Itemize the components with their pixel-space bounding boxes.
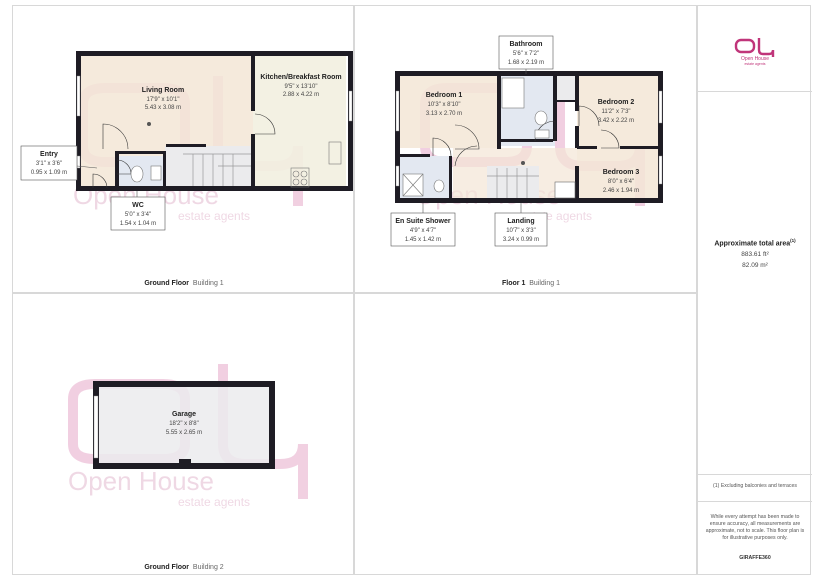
bedroom1-metric: 3.13 x 2.70 m xyxy=(426,111,462,117)
bedroom1-name: Bedroom 1 xyxy=(426,92,463,99)
bathroom-metric: 1.68 x 2.19 m xyxy=(508,60,544,66)
living-room-metric: 5.43 x 3.08 m xyxy=(145,105,181,111)
logo-divider xyxy=(698,91,812,92)
panel-empty xyxy=(354,293,697,575)
bedroom3-metric: 2.46 x 1.94 m xyxy=(603,188,639,194)
wc-imperial: 5'0" x 3'4" xyxy=(125,212,151,218)
footnote: (1) Excluding balconies and terraces xyxy=(713,483,797,489)
ground-floor-2-plan: Open House estate agents Garage 18'2" x … xyxy=(68,364,308,509)
garage-imperial: 18'2" x 8'8" xyxy=(169,421,199,427)
ensuite-imperial: 4'9" x 4'7" xyxy=(410,228,436,234)
bedroom2-imperial: 11'2" x 7'3" xyxy=(601,109,630,115)
disclaimer: While every attempt has been made to ens… xyxy=(705,514,805,541)
kitchen-name: Kitchen/Breakfast Room xyxy=(260,74,341,81)
stairs-floor xyxy=(487,166,539,200)
floor-1-caption: Floor 1 Building 1 xyxy=(502,280,560,287)
disclaimer-divider xyxy=(698,501,812,502)
garage-door-mark xyxy=(179,459,191,463)
ground-floor-1-caption: Ground Floor Building 1 xyxy=(144,280,223,287)
kitchen-imperial: 9'5" x 13'10" xyxy=(285,84,318,90)
ensuite-metric: 1.45 x 1.42 m xyxy=(405,237,441,243)
floor-1-plan: Open House estate agents xyxy=(390,35,663,247)
caption-building: Building 1 xyxy=(192,280,224,287)
total-area-sqm: 82.09 m² xyxy=(742,262,768,269)
watermark-tagline-text: estate agents xyxy=(178,209,250,223)
bathroom-imperial: 5'6" x 7'2" xyxy=(513,51,539,57)
entry-metric: 0.95 x 1.09 m xyxy=(31,170,67,176)
bedroom2-metric: 3.42 x 2.22 m xyxy=(598,118,634,124)
caption-building: Building 1 xyxy=(529,280,560,287)
open-house-logo-icon xyxy=(734,38,775,57)
garage-name: Garage xyxy=(172,411,196,418)
caption-floor: Ground Floor xyxy=(144,280,190,287)
hall-floor xyxy=(79,156,117,188)
bedroom1-imperial: 10'3" x 8'10" xyxy=(428,102,461,108)
ensuite-name: En Suite Shower xyxy=(395,218,451,225)
living-room-name: Living Room xyxy=(142,87,184,94)
ground-floor-2-caption: Ground Floor Building 2 xyxy=(144,564,223,571)
caption-building: Building 2 xyxy=(192,564,224,571)
landing-name: Landing xyxy=(507,218,534,225)
total-area-title: Approximate total area xyxy=(714,240,791,248)
cupboard-floor xyxy=(555,76,577,100)
total-area-sqft: 883.61 ft² xyxy=(741,251,769,258)
kitchen-metric: 2.88 x 4.22 m xyxy=(283,92,319,98)
garage-door xyxy=(93,395,99,459)
bedroom2-name: Bedroom 2 xyxy=(598,99,635,106)
light-point xyxy=(147,122,151,126)
logo-subtext: estate agents xyxy=(744,62,766,66)
bedroom3-name: Bedroom 3 xyxy=(603,169,640,176)
logo: Open House estate agents xyxy=(733,36,777,66)
wc-metric: 1.54 x 1.04 m xyxy=(120,221,156,227)
caption-floor: Ground Floor xyxy=(144,564,190,571)
garage-metric: 5.55 x 2.65 m xyxy=(166,430,202,436)
total-area-marker: (1) xyxy=(790,238,796,243)
entry-imperial: 3'1" x 3'6" xyxy=(36,161,62,167)
stairs-floor xyxy=(165,146,253,188)
info-sidebar: Open House estate agents Approximate tot… xyxy=(697,5,812,575)
panel-floor-1: Open House estate agents xyxy=(354,5,697,293)
watermark-tagline-text: estate agents xyxy=(178,495,250,509)
cupboard-box xyxy=(554,181,576,199)
bedroom3-imperial: 8'0" x 6'4" xyxy=(608,179,634,185)
landing-imperial: 10'7" x 3'3" xyxy=(506,228,536,234)
bathroom-name: Bathroom xyxy=(509,41,542,48)
total-area-title-row: Approximate total area(1) xyxy=(698,238,812,247)
floor-plan-sheet: Open House estate agents Living Room 17'… xyxy=(0,0,814,579)
panel-ground-floor-building-1: Open House estate agents Living Room 17'… xyxy=(12,5,354,293)
caption-floor: Floor 1 xyxy=(502,280,526,287)
ground-floor-1-plan: Open House estate agents Living Room 17'… xyxy=(20,51,353,231)
panel-ground-floor-building-2: Open House estate agents Garage 18'2" x … xyxy=(12,293,354,575)
light-point xyxy=(521,161,525,165)
credit: GIRAFFE360 xyxy=(739,555,771,561)
landing-metric: 3.24 x 0.99 m xyxy=(503,237,539,243)
watermark-brand-text: Open House xyxy=(68,466,214,496)
entry-name: Entry xyxy=(40,151,58,158)
living-room-imperial: 17'9" x 10'1" xyxy=(147,97,180,103)
wc-name: WC xyxy=(132,202,144,209)
footnote-divider xyxy=(698,474,812,475)
